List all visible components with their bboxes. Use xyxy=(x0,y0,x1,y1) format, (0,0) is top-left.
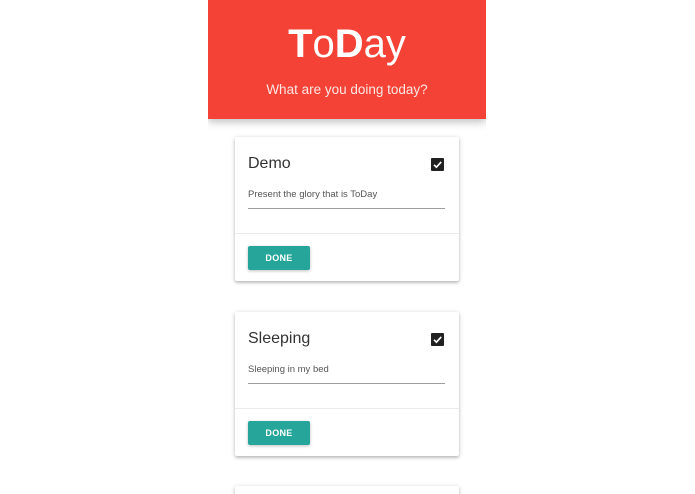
task-list: Demo Present the glory that is ToDay DON… xyxy=(208,119,486,494)
task-description-field[interactable]: Sleeping in my bed xyxy=(248,364,445,384)
logo-part-t: T xyxy=(288,22,313,66)
task-checkbox[interactable] xyxy=(431,333,444,346)
task-title: Demo xyxy=(248,155,291,172)
task-card-partial xyxy=(235,486,459,494)
card-divider xyxy=(235,233,459,234)
done-button[interactable]: DONE xyxy=(248,246,310,270)
card-divider xyxy=(235,408,459,409)
logo-part-d: D xyxy=(334,22,364,66)
task-card: Sleeping Sleeping in my bed DONE xyxy=(235,312,459,456)
task-card: Demo Present the glory that is ToDay DON… xyxy=(235,137,459,281)
checkbox-checked-icon xyxy=(433,336,442,344)
checkbox-checked-icon xyxy=(433,161,442,169)
task-checkbox[interactable] xyxy=(431,158,444,171)
logo-part-ay: ay xyxy=(363,22,406,66)
task-description-field[interactable]: Present the glory that is ToDay xyxy=(248,189,445,209)
logo-part-o: o xyxy=(312,22,335,66)
app-tagline: What are you doing today? xyxy=(266,82,428,97)
done-button[interactable]: DONE xyxy=(248,421,310,445)
app-screen: ToDay What are you doing today? Demo Pre… xyxy=(208,0,486,494)
app-logo: ToDay xyxy=(208,18,486,70)
task-title: Sleeping xyxy=(248,330,311,347)
app-header: ToDay What are you doing today? xyxy=(208,0,486,119)
